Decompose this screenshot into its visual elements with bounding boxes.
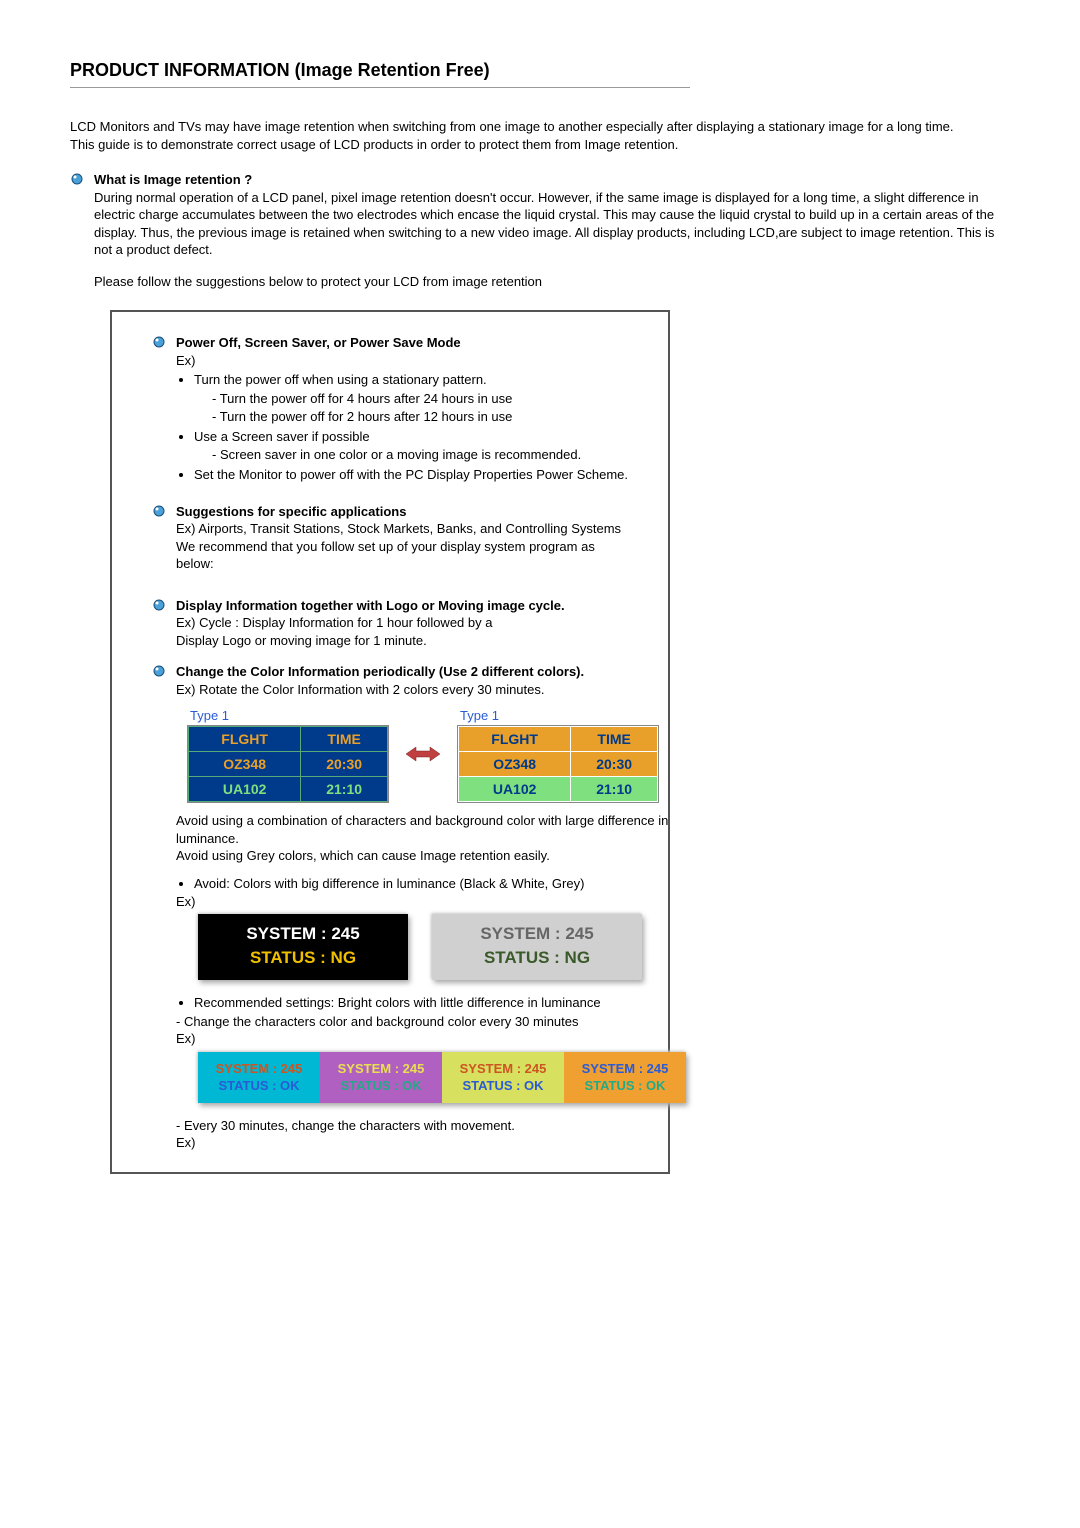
- avoid-li1: Avoid: Colors with big difference in lum…: [194, 875, 686, 893]
- quad-2: SYSTEM : 245 STATUS : OK: [320, 1052, 442, 1103]
- rec-l1: - Change the characters color and backgr…: [176, 1013, 686, 1031]
- quad-4: SYSTEM : 245 STATUS : OK: [564, 1052, 686, 1103]
- cell: 21:10: [301, 777, 388, 802]
- th-flight: FLGHT: [459, 727, 571, 752]
- quad-3: SYSTEM : 245 STATUS : OK: [442, 1052, 564, 1103]
- intro-block: LCD Monitors and TVs may have image rete…: [70, 118, 1010, 153]
- tail-l1: - Every 30 minutes, change the character…: [176, 1117, 686, 1135]
- box-a-li1a: - Turn the power off for 4 hours after 2…: [212, 390, 628, 408]
- cell: 20:30: [571, 752, 658, 777]
- sec1-body: During normal operation of a LCD panel, …: [94, 189, 1010, 259]
- rec-li1: Recommended settings: Bright colors with…: [194, 994, 686, 1012]
- intro-p2: This guide is to demonstrate correct usa…: [70, 136, 1010, 154]
- sys-l2: STATUS : NG: [198, 948, 408, 968]
- box-c-heading: Display Information together with Logo o…: [176, 598, 565, 613]
- cell: UA102: [459, 777, 571, 802]
- box-a-li2: Use a Screen saver if possible: [194, 428, 628, 446]
- sysbox-black: SYSTEM : 245 STATUS : NG: [198, 914, 408, 980]
- box-b-heading: Suggestions for specific applications: [176, 504, 406, 519]
- avoid-p1: Avoid using a combination of characters …: [176, 812, 686, 847]
- cell: UA102: [189, 777, 301, 802]
- box-d-heading: Change the Color Information periodicall…: [176, 664, 584, 679]
- box-a-li2a: - Screen saver in one color or a moving …: [212, 446, 628, 464]
- flight-example: Type 1 FLGHTTIME OZ34820:30 UA10221:10 T…: [188, 707, 686, 803]
- title-divider: [70, 87, 690, 88]
- color-quad: SYSTEM : 245 STATUS : OK SYSTEM : 245 ST…: [198, 1052, 686, 1103]
- cell: OZ348: [459, 752, 571, 777]
- cell: 20:30: [301, 752, 388, 777]
- quad-l2: STATUS : OK: [442, 1077, 564, 1095]
- quad-l2: STATUS : OK: [198, 1077, 320, 1095]
- cell: OZ348: [189, 752, 301, 777]
- sec1-heading: What is Image retention ?: [94, 172, 252, 187]
- flight-table-b: Type 1 FLGHTTIME OZ34820:30 UA10221:10: [458, 707, 658, 803]
- box-a-li3: Set the Monitor to power off with the PC…: [194, 466, 628, 484]
- quad-l1: SYSTEM : 245: [564, 1060, 686, 1078]
- box-a-ex: Ex): [176, 352, 628, 370]
- box-c: Display Information together with Logo o…: [152, 597, 628, 650]
- avoid-ex: Ex): [176, 893, 686, 911]
- page-title: PRODUCT INFORMATION (Image Retention Fre…: [70, 60, 1010, 81]
- bullet-icon: [152, 664, 170, 678]
- box-b-l1: Ex) Airports, Transit Stations, Stock Ma…: [176, 520, 628, 538]
- box-d-l1: Ex) Rotate the Color Information with 2 …: [176, 681, 686, 699]
- system-status-pair: SYSTEM : 245 STATUS : NG SYSTEM : 245 ST…: [198, 914, 686, 980]
- avoid-p2: Avoid using Grey colors, which can cause…: [176, 847, 686, 865]
- box-a-li1b: - Turn the power off for 2 hours after 1…: [212, 408, 628, 426]
- box-d: Change the Color Information periodicall…: [152, 663, 628, 1151]
- bullet-icon: [152, 504, 170, 518]
- bullet-icon: [152, 335, 170, 349]
- flight-a-label: Type 1: [190, 707, 388, 725]
- th-time: TIME: [571, 727, 658, 752]
- intro-p1: LCD Monitors and TVs may have image rete…: [70, 118, 1010, 136]
- quad-l2: STATUS : OK: [564, 1077, 686, 1095]
- section-what-is: What is Image retention ? During normal …: [70, 171, 1010, 290]
- quad-l1: SYSTEM : 245: [442, 1060, 564, 1078]
- quad-l2: STATUS : OK: [320, 1077, 442, 1095]
- tail-ex: Ex): [176, 1134, 686, 1152]
- box-a: Power Off, Screen Saver, or Power Save M…: [152, 334, 628, 484]
- flight-b-label: Type 1: [460, 707, 658, 725]
- box-b: Suggestions for specific applications Ex…: [152, 503, 628, 573]
- bullet-icon: [70, 172, 88, 186]
- box-c-l2: Display Logo or moving image for 1 minut…: [176, 632, 628, 650]
- box-a-li1: Turn the power off when using a stationa…: [194, 371, 628, 389]
- quad-l1: SYSTEM : 245: [320, 1060, 442, 1078]
- quad-l1: SYSTEM : 245: [198, 1060, 320, 1078]
- box-c-l1: Ex) Cycle : Display Information for 1 ho…: [176, 614, 628, 632]
- swap-arrow-icon: [406, 744, 440, 764]
- th-time: TIME: [301, 727, 388, 752]
- sec1-follow: Please follow the suggestions below to p…: [94, 273, 1010, 291]
- suggestion-box: Power Off, Screen Saver, or Power Save M…: [110, 310, 670, 1174]
- quad-1: SYSTEM : 245 STATUS : OK: [198, 1052, 320, 1103]
- sys-l1: SYSTEM : 245: [432, 924, 642, 944]
- sysbox-grey: SYSTEM : 245 STATUS : NG: [432, 914, 642, 980]
- rec-ex: Ex): [176, 1030, 686, 1048]
- sys-l2: STATUS : NG: [432, 948, 642, 968]
- box-a-heading: Power Off, Screen Saver, or Power Save M…: [176, 335, 461, 350]
- cell: 21:10: [571, 777, 658, 802]
- flight-table-a: Type 1 FLGHTTIME OZ34820:30 UA10221:10: [188, 707, 388, 803]
- box-b-l2: We recommend that you follow set up of y…: [176, 538, 628, 573]
- bullet-icon: [152, 598, 170, 612]
- sys-l1: SYSTEM : 245: [198, 924, 408, 944]
- th-flight: FLGHT: [189, 727, 301, 752]
